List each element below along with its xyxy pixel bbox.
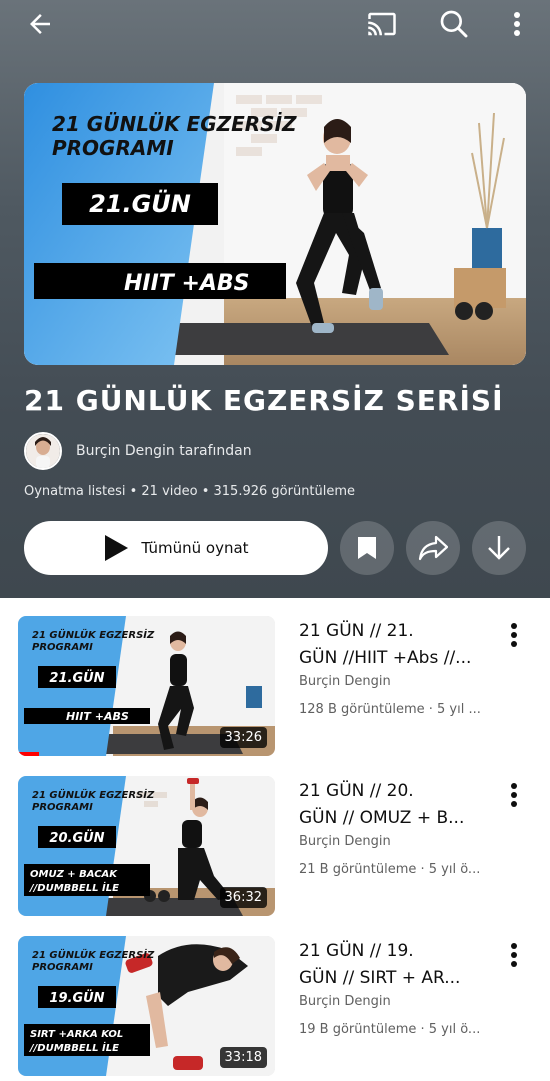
thumb-heading1: 21 GÜNLÜK EGZERSİZ bbox=[32, 787, 155, 801]
thumb-tag-line2: //DUMBBELL İLE bbox=[29, 1040, 119, 1054]
video-thumbnail[interactable]: 21 GÜNLÜK EGZERSİZ PROGRAMI 20.GÜN OMUZ … bbox=[18, 776, 275, 916]
video-meta: 21 B görüntüleme · 5 yıl ö... bbox=[299, 862, 481, 877]
save-playlist-button[interactable] bbox=[340, 521, 394, 575]
search-button[interactable] bbox=[434, 4, 474, 44]
video-duration: 33:26 bbox=[219, 727, 267, 748]
thumb-day: 19.GÜN bbox=[49, 990, 104, 1006]
video-duration: 36:32 bbox=[219, 887, 267, 908]
thumb-tag: OMUZ + BACAK bbox=[30, 869, 118, 880]
more-vert-icon bbox=[511, 623, 517, 647]
thumb-heading2: PROGRAMI bbox=[32, 802, 93, 813]
video-meta: 19 B görüntüleme · 5 yıl ö... bbox=[299, 1022, 481, 1037]
cover-day-label: 21.GÜN bbox=[89, 188, 191, 218]
video-channel[interactable]: Burçin Dengin bbox=[299, 834, 391, 849]
thumb-heading2: PROGRAMI bbox=[32, 962, 93, 973]
more-vert-icon bbox=[511, 943, 517, 967]
download-button[interactable] bbox=[472, 521, 526, 575]
play-all-button[interactable]: Tümünü oynat bbox=[24, 521, 328, 575]
download-icon bbox=[488, 536, 510, 560]
more-vert-icon bbox=[511, 783, 517, 807]
thumb-tag: SIRT +ARKA KOL bbox=[30, 1029, 123, 1040]
cover-heading-line2: PROGRAMI bbox=[52, 136, 174, 160]
owner-avatar[interactable] bbox=[24, 432, 62, 470]
more-options-button[interactable] bbox=[497, 4, 537, 44]
cast-icon bbox=[368, 12, 396, 36]
playlist-title: 21 GÜNLÜK EGZERSİZ SERİSİ bbox=[24, 384, 504, 417]
cover-tag-label: HIIT +ABS bbox=[124, 271, 250, 296]
video-item[interactable]: 21 GÜNLÜK EGZERSİZ PROGRAMI 19.GÜN SIRT … bbox=[0, 918, 550, 1076]
thumb-heading1: 21 GÜNLÜK EGZERSİZ bbox=[32, 627, 155, 641]
thumb-day: 20.GÜN bbox=[49, 830, 104, 846]
video-duration: 33:18 bbox=[219, 1047, 267, 1068]
share-button[interactable] bbox=[406, 521, 460, 575]
video-channel[interactable]: Burçin Dengin bbox=[299, 994, 391, 1009]
playlist-owner[interactable]: Burçin Dengin tarafından bbox=[24, 432, 252, 470]
thumb-tag-line2: //DUMBBELL İLE bbox=[29, 880, 119, 894]
thumb-heading1: 21 GÜNLÜK EGZERSİZ bbox=[32, 947, 155, 961]
cast-button[interactable] bbox=[362, 4, 402, 44]
thumb-day: 21.GÜN bbox=[49, 670, 104, 686]
thumb-heading2: PROGRAMI bbox=[32, 642, 93, 653]
video-title[interactable]: 21 GÜN // 19. GÜN // SIRT + AR... bbox=[299, 938, 489, 992]
play-all-label: Tümünü oynat bbox=[141, 539, 249, 557]
video-item[interactable]: 21 GÜNLÜK EGZERSİZ PROGRAMI 20.GÜN OMUZ … bbox=[0, 758, 550, 916]
play-icon bbox=[105, 535, 129, 561]
video-more-button[interactable] bbox=[500, 780, 528, 810]
share-icon bbox=[418, 535, 448, 561]
top-app-bar bbox=[0, 0, 550, 48]
back-button[interactable] bbox=[20, 4, 60, 44]
more-vert-icon bbox=[514, 12, 520, 36]
cover-artwork: 21 GÜNLÜK EGZERSİZ PROGRAMI 21.GÜN HIIT … bbox=[24, 83, 526, 365]
video-title[interactable]: 21 GÜN // 20. GÜN // OMUZ + B... bbox=[299, 778, 489, 832]
video-more-button[interactable] bbox=[500, 940, 528, 970]
owner-name[interactable]: Burçin Dengin tarafından bbox=[76, 443, 252, 459]
cover-heading-line1: 21 GÜNLÜK EGZERSİZ bbox=[52, 112, 297, 136]
video-item[interactable]: 21 GÜNLÜK EGZERSİZ PROGRAMI 21.GÜN HIIT … bbox=[0, 598, 550, 756]
video-channel[interactable]: Burçin Dengin bbox=[299, 674, 391, 689]
playlist-meta: Oynatma listesi • 21 video • 315.926 gör… bbox=[24, 484, 356, 499]
video-more-button[interactable] bbox=[500, 620, 528, 650]
arrow-back-icon bbox=[30, 14, 50, 34]
video-meta: 128 B görüntüleme · 5 yıl ... bbox=[299, 702, 481, 717]
watch-progress-bar bbox=[18, 752, 39, 756]
video-thumbnail[interactable]: 21 GÜNLÜK EGZERSİZ PROGRAMI 19.GÜN SIRT … bbox=[18, 936, 275, 1076]
thumb-tag: HIIT +ABS bbox=[66, 710, 129, 723]
playlist-header: 21 GÜNLÜK EGZERSİZ PROGRAMI 21.GÜN HIIT … bbox=[0, 0, 550, 598]
video-title[interactable]: 21 GÜN // 21. GÜN //HIIT +Abs //... bbox=[299, 618, 489, 672]
search-icon bbox=[440, 10, 468, 38]
bookmark-icon bbox=[358, 537, 376, 559]
playlist-cover-thumbnail[interactable]: 21 GÜNLÜK EGZERSİZ PROGRAMI 21.GÜN HIIT … bbox=[24, 83, 526, 365]
video-thumbnail[interactable]: 21 GÜNLÜK EGZERSİZ PROGRAMI 21.GÜN HIIT … bbox=[18, 616, 275, 756]
